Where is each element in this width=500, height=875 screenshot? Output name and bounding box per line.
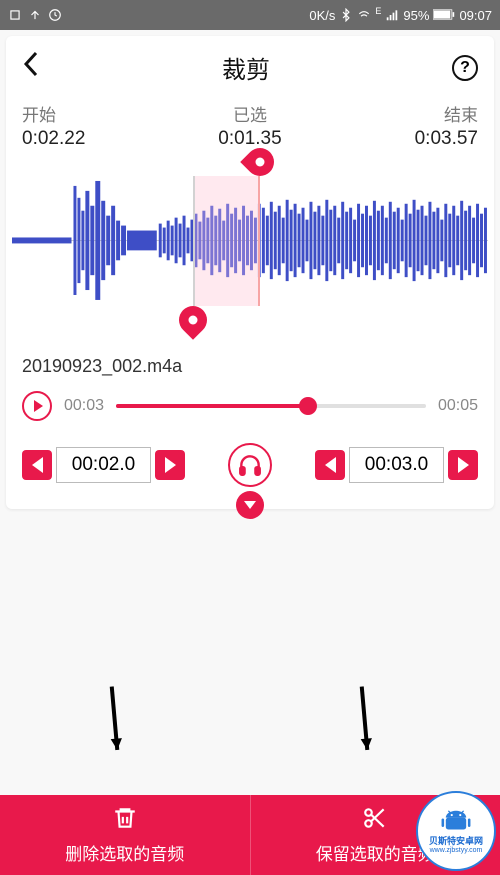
- battery-icon: [433, 8, 455, 22]
- selection-overlay[interactable]: [193, 176, 260, 306]
- start-stepper: 00:02.0: [22, 447, 185, 483]
- page-title: 裁剪: [222, 50, 270, 85]
- expand-button[interactable]: [236, 491, 264, 519]
- delete-selection-button[interactable]: 删除选取的音频: [0, 795, 250, 875]
- status-bar: 0K/s E 95% 09:07: [0, 0, 500, 30]
- scissors-icon: [362, 805, 388, 836]
- signal-icon: [385, 8, 399, 22]
- play-button[interactable]: [22, 391, 52, 421]
- delete-selection-label: 删除选取的音频: [65, 840, 184, 865]
- file-name: 20190923_002.m4a: [6, 342, 494, 381]
- end-stepper-value[interactable]: 00:03.0: [349, 447, 444, 483]
- playback-row: 00:03 00:05: [6, 381, 494, 431]
- progress-fill: [116, 404, 308, 408]
- clock-icon: [48, 8, 62, 22]
- selected-label: 已选: [218, 101, 281, 126]
- start-value: 0:02.22: [22, 128, 85, 150]
- crop-icon: [8, 8, 22, 22]
- keep-selection-label: 保留选取的音频: [316, 840, 435, 865]
- bluetooth-icon: [339, 8, 353, 22]
- progress-thumb[interactable]: [299, 397, 317, 415]
- end-decrement-button[interactable]: [315, 450, 345, 480]
- start-decrement-button[interactable]: [22, 450, 52, 480]
- preview-headphones-button[interactable]: [228, 443, 272, 487]
- clock-time: 09:07: [459, 8, 492, 23]
- play-current: 00:03: [64, 397, 104, 415]
- waveform[interactable]: [12, 176, 488, 306]
- signal-type: E: [375, 6, 381, 16]
- annotation-arrow-icon: [299, 665, 421, 789]
- watermark-line1: 贝斯特安卓网: [429, 834, 483, 847]
- android-icon: [439, 808, 473, 834]
- start-stepper-value[interactable]: 00:02.0: [56, 447, 151, 483]
- editor-card: 裁剪 ? 开始 0:02.22 已选 0:01.35 结束 0:03.57: [6, 36, 494, 509]
- end-increment-button[interactable]: [448, 450, 478, 480]
- back-button[interactable]: [22, 50, 40, 85]
- trash-icon: [112, 805, 138, 836]
- progress-slider[interactable]: [116, 404, 426, 408]
- end-label: 结束: [415, 101, 478, 126]
- net-speed: 0K/s: [309, 8, 335, 23]
- help-button[interactable]: ?: [452, 55, 478, 81]
- selected-value: 0:01.35: [218, 128, 281, 150]
- watermark-line2: www.zjbstyy.com: [430, 847, 483, 854]
- selection-start-handle[interactable]: [173, 300, 213, 340]
- end-value: 0:03.57: [415, 128, 478, 150]
- start-label: 开始: [22, 101, 85, 126]
- annotation-arrow-icon: [49, 665, 171, 789]
- end-stepper: 00:03.0: [315, 447, 478, 483]
- upload-icon: [28, 8, 42, 22]
- watermark-badge: 贝斯特安卓网 www.zjbstyy.com: [416, 791, 496, 871]
- battery-pct: 95%: [403, 8, 429, 23]
- start-increment-button[interactable]: [155, 450, 185, 480]
- stepper-row: 00:02.0 00:03.0: [6, 431, 494, 499]
- wifi-icon: [357, 8, 371, 22]
- play-duration: 00:05: [438, 397, 478, 415]
- time-summary: 开始 0:02.22 已选 0:01.35 结束 0:03.57: [6, 95, 494, 152]
